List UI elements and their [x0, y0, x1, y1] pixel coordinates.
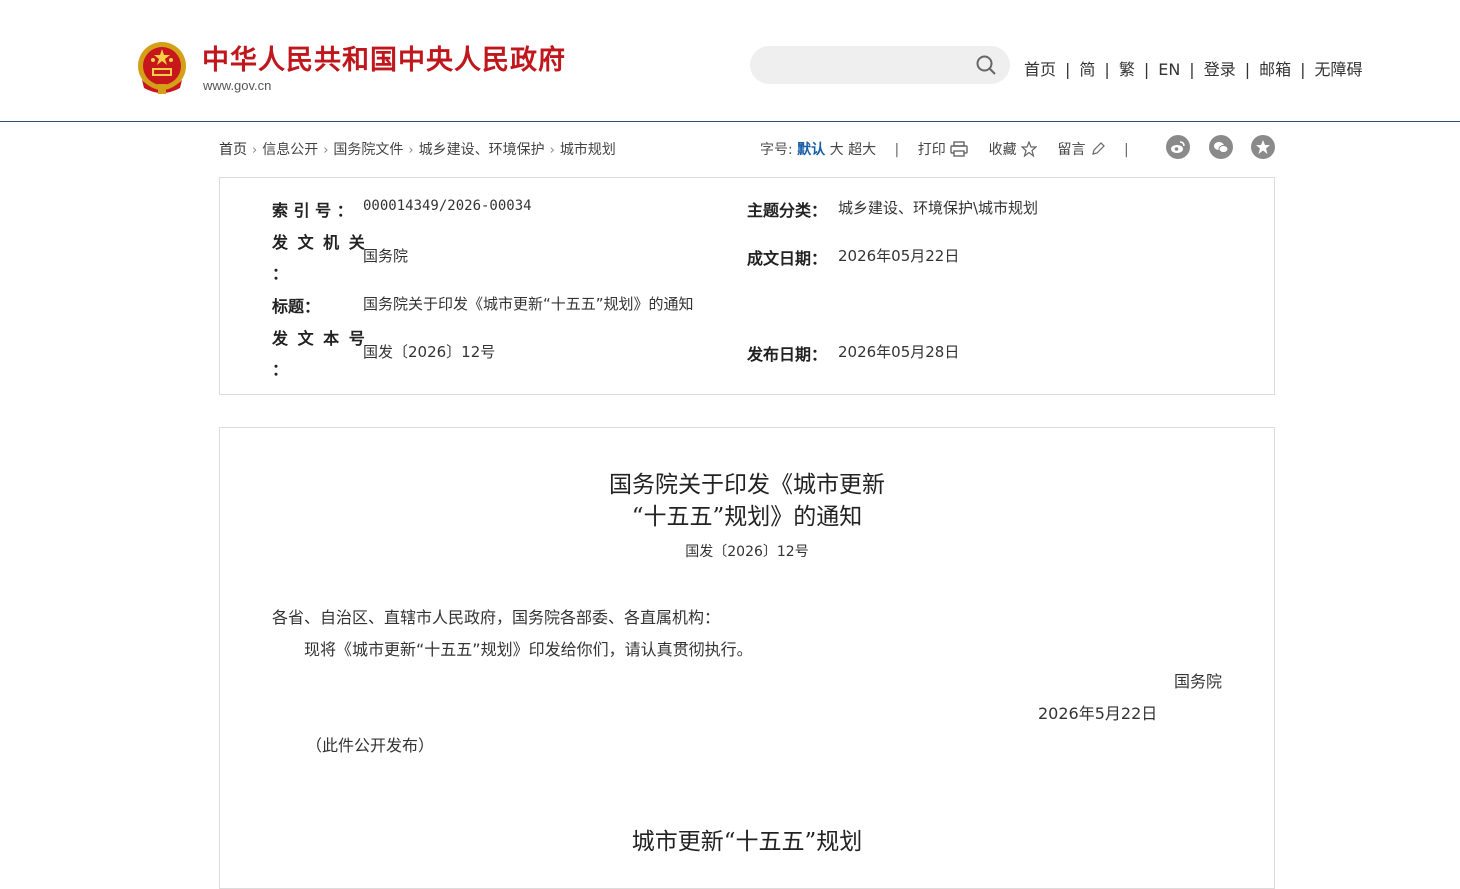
doc-number-label: 发 文 本 号	[272, 329, 367, 348]
publication-note: （此件公开发布）	[306, 736, 435, 755]
chevron-right-icon: ›	[408, 143, 414, 158]
star-outline-icon	[1020, 141, 1037, 157]
index-label: 索 引 号 ：	[272, 201, 353, 220]
print-button[interactable]: 打印	[917, 141, 968, 158]
pencil-icon	[1091, 142, 1105, 155]
index-value: 000014349/2026-00034	[363, 198, 532, 214]
issuer-value: 国务院	[363, 247, 409, 265]
printer-icon	[950, 141, 968, 157]
nav-accessibility[interactable]: 无障碍	[1315, 60, 1363, 79]
print-label: 打印	[917, 142, 946, 158]
nav-traditional[interactable]: 繁	[1119, 60, 1135, 79]
comment-label: 留言	[1057, 142, 1086, 158]
nav-separator: |	[1065, 60, 1071, 79]
nav-home[interactable]: 首页	[1024, 60, 1056, 79]
breadcrumb-home[interactable]: 首页	[219, 142, 247, 158]
font-xlarge-button[interactable]: 超大	[848, 142, 876, 158]
site-header: 中华人民共和国中央人民政府 www.gov.cn 首页 | 简 | 繁 | EN | 登录 | 邮箱…	[0, 0, 1460, 122]
breadcrumb-city-planning[interactable]: 城市规划	[560, 142, 616, 158]
star-icon[interactable]	[1251, 135, 1275, 159]
plan-subtitle: 城市更新“十五五”规划	[631, 829, 863, 855]
breadcrumb-state-council-docs[interactable]: 国务院文件	[333, 142, 403, 158]
national-emblem-icon[interactable]	[136, 40, 188, 96]
top-nav: 首页 | 简 | 繁 | EN | 登录 | 邮箱 | 无障碍	[1024, 56, 1363, 80]
font-large-button[interactable]: 大	[830, 142, 844, 158]
category-label: 主题分类：	[747, 201, 828, 220]
salutation: 各省、自治区、直辖市人民政府，国务院各部委、各直属机构：	[272, 608, 721, 627]
title-label: 标题：	[272, 297, 321, 316]
site-url: www.gov.cn	[203, 78, 272, 93]
doc-number-value: 国发〔2026〕12号	[363, 343, 496, 361]
breadcrumb-urban-env[interactable]: 城乡建设、环境保护	[419, 142, 545, 158]
publish-date-label: 发布日期：	[747, 345, 828, 364]
written-date-value: 2026年05月22日	[838, 247, 960, 265]
chevron-right-icon: ›	[323, 143, 329, 158]
nav-separator: |	[1104, 60, 1110, 79]
nav-simplified[interactable]: 简	[1079, 60, 1095, 79]
nav-english[interactable]: EN	[1158, 60, 1180, 79]
wechat-icon[interactable]	[1208, 135, 1233, 159]
breadcrumb: 首页 › 信息公开 › 国务院文件 › 城乡建设、环境保护 › 城市规划	[219, 139, 616, 159]
weibo-icon[interactable]	[1166, 135, 1191, 159]
nav-separator: |	[1300, 60, 1306, 79]
share-buttons	[1152, 135, 1275, 159]
toolbar-separator: |	[894, 142, 900, 158]
document-body: 国务院关于印发《城市更新 “十五五”规划》的通知 国发〔2026〕12号 各省、…	[219, 427, 1275, 889]
document-title: 国务院关于印发《城市更新 “十五五”规划》的通知	[220, 469, 1274, 533]
font-default-button[interactable]: 默认	[797, 142, 825, 158]
nav-separator: |	[1244, 60, 1251, 79]
category-value: 城乡建设、环境保护\城市规划	[838, 199, 1039, 217]
nav-login[interactable]: 登录	[1204, 60, 1236, 79]
signature: 国务院	[1174, 672, 1223, 691]
body-paragraph: 现将《城市更新“十五五”规划》印发给你们，请认真贯彻执行。	[304, 640, 753, 659]
publish-date-value: 2026年05月28日	[838, 343, 960, 361]
signature-date: 2026年5月22日	[1038, 704, 1158, 723]
site-title[interactable]: 中华人民共和国中央人民政府	[202, 38, 566, 77]
search-icon[interactable]	[976, 55, 996, 75]
document-title-line2: “十五五”规划》的通知	[631, 504, 863, 530]
written-date-label: 成文日期：	[747, 249, 828, 268]
nav-separator: |	[1143, 60, 1150, 79]
favorite-label: 收藏	[988, 142, 1017, 158]
toolbar-separator: |	[1123, 142, 1129, 158]
title-value: 国务院关于印发《城市更新“十五五”规划》的通知	[363, 295, 694, 313]
document-number: 国发〔2026〕12号	[685, 544, 809, 560]
nav-mail[interactable]: 邮箱	[1259, 60, 1291, 79]
favorite-button[interactable]: 收藏	[988, 141, 1037, 158]
chevron-right-icon: ›	[252, 143, 258, 158]
document-meta-box: 索 引 号 ： 000014349/2026-00034 主题分类： 城乡建设、…	[219, 177, 1275, 395]
breadcrumb-info-open[interactable]: 信息公开	[262, 142, 318, 158]
comment-button[interactable]: 留言	[1058, 142, 1106, 158]
nav-separator: |	[1189, 60, 1195, 79]
search-box[interactable]	[750, 46, 1010, 84]
font-size-label: 字号:	[760, 142, 793, 158]
issuer-label-colon: ：	[272, 264, 289, 283]
page-tools: 字号: 默认 大 超大 | 打印 收藏 留言 |	[760, 139, 1143, 159]
doc-number-label-colon: ：	[272, 360, 289, 379]
document-title-line1: 国务院关于印发《城市更新	[609, 472, 885, 498]
page-toolbar: 首页 › 信息公开 › 国务院文件 › 城乡建设、环境保护 › 城市规划 字号: 默认 大 超大…	[219, 135, 1275, 161]
chevron-right-icon: ›	[549, 143, 555, 158]
issuer-label: 发 文 机 关	[272, 233, 367, 252]
